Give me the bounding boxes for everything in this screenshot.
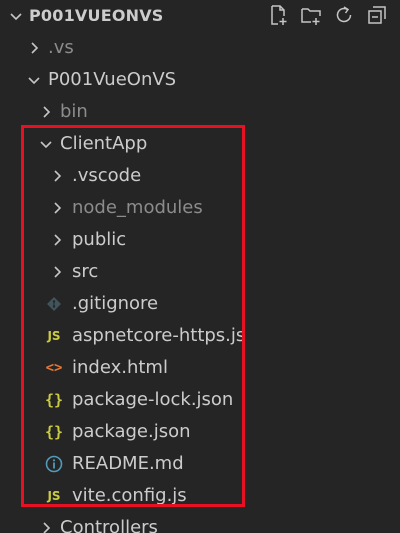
chevron-right-icon	[24, 38, 44, 58]
new-folder-icon[interactable]	[300, 3, 322, 27]
tree-item-label: vite.config.js	[72, 485, 187, 506]
explorer-panel: P001VUEONVS .vs P001VueOnVS bin ClientAp…	[0, 0, 400, 533]
tree-item-src[interactable]: src	[0, 256, 400, 288]
tree-item-readme[interactable]: README.md	[0, 448, 400, 480]
tree-item-label: .vs	[48, 37, 74, 58]
tree-item-index-html[interactable]: <> index.html	[0, 352, 400, 384]
tree-item-label: .gitignore	[72, 293, 159, 314]
tree-item-package-json[interactable]: {} package.json	[0, 416, 400, 448]
new-file-icon[interactable]	[267, 3, 289, 27]
tree-item-vs[interactable]: .vs	[0, 32, 400, 64]
explorer-title: P001VUEONVS	[29, 6, 164, 25]
chevron-right-icon	[47, 198, 67, 218]
html-icon: <>	[45, 360, 63, 376]
json-icon: {}	[44, 423, 64, 441]
tree-item-label: public	[72, 229, 127, 250]
tree-item-label: index.html	[72, 357, 168, 378]
tree-item-label: package-lock.json	[72, 389, 234, 410]
tree-item-bin[interactable]: bin	[0, 96, 400, 128]
chevron-down-icon	[24, 70, 44, 90]
tree-item-label: P001VueOnVS	[48, 69, 177, 90]
tree-item-vscode[interactable]: .vscode	[0, 160, 400, 192]
chevron-down-icon[interactable]	[8, 5, 24, 25]
tree-item-label: Controllers	[60, 517, 158, 533]
chevron-right-icon	[36, 102, 56, 122]
tree-item-public[interactable]: public	[0, 224, 400, 256]
tree-item-label: .vscode	[72, 165, 142, 186]
tree-item-label: aspnetcore-https.js	[72, 325, 246, 346]
js-icon: JS	[47, 489, 61, 503]
explorer-header[interactable]: P001VUEONVS	[0, 0, 400, 34]
info-icon	[44, 454, 64, 474]
tree-item-aspnetcore-https[interactable]: JS aspnetcore-https.js	[0, 320, 400, 352]
refresh-icon[interactable]	[333, 3, 355, 27]
tree-item-clientapp[interactable]: ClientApp	[0, 128, 400, 160]
json-icon: {}	[44, 391, 64, 409]
explorer-actions	[267, 3, 388, 27]
git-icon	[44, 294, 64, 314]
chevron-right-icon	[47, 230, 67, 250]
tree-item-label: package.json	[72, 421, 191, 442]
tree-item-label: README.md	[72, 453, 184, 474]
js-icon: JS	[47, 329, 61, 343]
chevron-right-icon	[36, 518, 56, 533]
tree-item-vite-config[interactable]: JS vite.config.js	[0, 480, 400, 512]
tree-item-label: src	[72, 261, 99, 282]
tree-item-label: node_modules	[72, 197, 203, 218]
chevron-down-icon	[36, 134, 56, 154]
tree-item-label: bin	[60, 101, 88, 122]
file-tree: .vs P001VueOnVS bin ClientApp .vscode no…	[0, 32, 400, 533]
tree-item-project[interactable]: P001VueOnVS	[0, 64, 400, 96]
tree-item-node-modules[interactable]: node_modules	[0, 192, 400, 224]
tree-item-label: ClientApp	[60, 133, 148, 154]
collapse-all-icon[interactable]	[366, 3, 388, 27]
tree-item-package-lock[interactable]: {} package-lock.json	[0, 384, 400, 416]
chevron-right-icon	[47, 166, 67, 186]
tree-item-controllers[interactable]: Controllers	[0, 512, 400, 533]
tree-item-gitignore[interactable]: .gitignore	[0, 288, 400, 320]
chevron-right-icon	[47, 262, 67, 282]
